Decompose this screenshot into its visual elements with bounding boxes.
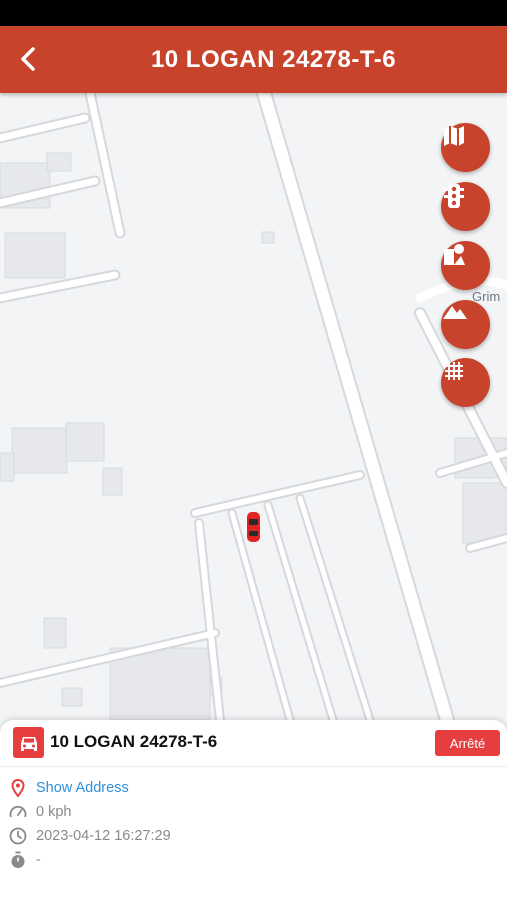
- location-pin-icon: [8, 778, 28, 798]
- map-layer-button[interactable]: [441, 123, 490, 172]
- traffic-light-icon: [444, 184, 464, 208]
- page-title: 10 LOGAN 24278-T-6: [150, 46, 397, 73]
- map-layer-icon: [444, 126, 464, 146]
- vehicle-info-sheet: 10 LOGAN 24278-T-6 Arrêté Show Address 0…: [0, 720, 507, 900]
- status-bar: [0, 0, 507, 26]
- clock-icon: [8, 826, 28, 846]
- map-view[interactable]: Grim: [0, 93, 507, 720]
- show-address-link[interactable]: Show Address: [36, 780, 129, 796]
- vehicle-marker[interactable]: [247, 512, 260, 542]
- stopwatch-icon: [8, 850, 28, 870]
- speed-value: 0 kph: [36, 804, 72, 820]
- map-canvas: [0, 93, 507, 720]
- timestamp-row: 2023-04-12 16:27:29: [8, 826, 171, 846]
- status-badge: Arrêté: [435, 730, 500, 756]
- chevron-left-icon: [21, 47, 35, 71]
- traffic-toggle-button[interactable]: [441, 182, 490, 231]
- app-bar: 10 LOGAN 24278-T-6: [0, 26, 507, 93]
- speed-row: 0 kph: [8, 802, 71, 822]
- car-icon: [13, 727, 44, 758]
- vehicle-name: 10 LOGAN 24278-T-6: [50, 732, 218, 751]
- address-row: Show Address: [8, 778, 129, 798]
- speedometer-icon: [8, 802, 28, 822]
- duration-value: -: [36, 852, 41, 868]
- back-button[interactable]: [10, 40, 46, 78]
- poi-toggle-button[interactable]: [441, 241, 490, 290]
- poi-icon: [444, 244, 465, 265]
- grid-toggle-button[interactable]: [441, 358, 490, 407]
- divider: [0, 766, 507, 767]
- duration-row: -: [8, 850, 41, 870]
- terrain-icon: [443, 306, 467, 319]
- terrain-toggle-button[interactable]: [441, 300, 490, 349]
- timestamp-value: 2023-04-12 16:27:29: [36, 828, 171, 844]
- grid-icon: [445, 362, 463, 380]
